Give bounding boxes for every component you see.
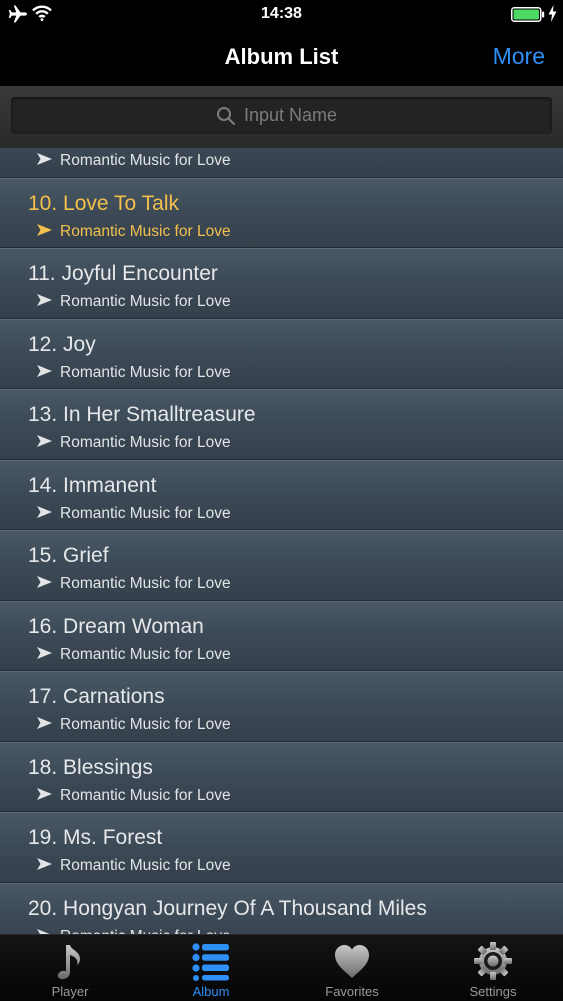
list-item[interactable]: 15. Grief Romantic Music for Love [0, 530, 563, 601]
song-title: 13. In Her Smalltreasure [28, 403, 256, 426]
song-list-items: 09. LucknfragranceRomantic Music for Lov… [0, 148, 563, 934]
nav-bar: Album List More [0, 30, 563, 86]
tab-player[interactable]: Player [0, 935, 140, 1001]
list-item[interactable]: 20. Hongyan Journey Of A Thousand MilesR… [0, 882, 563, 934]
song-album-label: Romantic Music for Love [60, 363, 231, 381]
song-album: Romantic Music for Love [37, 223, 231, 241]
battery-icon [511, 7, 545, 22]
list-item[interactable]: 13. In Her Smalltreasure Romantic Music f… [0, 389, 563, 460]
list-item[interactable]: 10. Love To Talk Romantic Music for Love [0, 177, 563, 248]
arrow-icon [37, 364, 52, 377]
tab-bar: Player Album Favorites Settings [0, 934, 563, 1001]
status-bar: 14:38 [0, 0, 563, 30]
song-album: Romantic Music for Love [37, 364, 231, 382]
song-title: 16. Dream Woman [28, 614, 204, 638]
song-title: 17. Carnations [28, 685, 165, 708]
song-album-label: Romantic Music for Love [60, 716, 231, 733]
song-album-label: Romantic Music for Love [60, 152, 231, 169]
list-item[interactable]: 14. Immanent Romantic Music for Love [0, 459, 563, 530]
arrow-icon [37, 294, 52, 306]
search-input[interactable]: Input Name [11, 97, 552, 134]
list-item[interactable]: 12. Joy Romantic Music for Love [0, 318, 563, 389]
search-icon [217, 107, 236, 126]
search-placeholder: Input Name [244, 105, 338, 125]
arrow-icon [37, 858, 52, 870]
song-album: Romantic Music for Love [37, 434, 231, 452]
song-title: 11. Joyful Encounter [28, 262, 218, 285]
song-album: Romantic Music for Love [37, 505, 231, 523]
charging-icon [548, 5, 557, 22]
song-album-label: Romantic Music for Love [60, 222, 231, 240]
arrow-icon [37, 223, 52, 236]
song-album: Romantic Music for Love [37, 716, 231, 734]
song-title: 14. Immanent [28, 473, 157, 497]
song-album-label: Romantic Music for Love [60, 645, 231, 663]
song-album: Romantic Music for Love [37, 857, 231, 875]
song-album: Romantic Music for Love [37, 575, 231, 593]
song-album: Romantic Music for Love [37, 152, 231, 170]
tab-settings[interactable]: Settings [423, 935, 563, 1001]
song-album-label: Romantic Music for Love [60, 293, 231, 310]
arrow-icon [37, 787, 52, 800]
list-item[interactable]: 19. Ms. Forest Romantic Music for Love [0, 812, 563, 883]
song-album-label: Romantic Music for Love [60, 575, 231, 592]
song-album: Romantic Music for Love [37, 293, 231, 311]
song-album-label: Romantic Music for Love [60, 504, 231, 522]
song-title: 12. Joy [28, 332, 96, 356]
arrow-icon [37, 717, 52, 729]
tab-favorites-label: Favorites [325, 984, 379, 999]
tab-album[interactable]: Album [141, 935, 281, 1001]
list-item[interactable]: 16. Dream Woman Romantic Music for Love [0, 600, 563, 671]
song-title: 19. Ms. Forest [28, 826, 163, 849]
arrow-icon [37, 435, 52, 447]
arrow-icon [37, 576, 52, 588]
list-item[interactable]: 09. LucknfragranceRomantic Music for Lov… [0, 148, 563, 178]
song-title: 20. Hongyan Journey Of A Thousand Miles [28, 896, 427, 920]
list-item[interactable]: 17. Carnations Romantic Music for Love [0, 671, 563, 742]
song-album-label: Romantic Music for Love [60, 434, 231, 451]
tab-player-label: Player [51, 984, 89, 999]
gear-icon [474, 942, 512, 980]
search-bar: Input Name [0, 86, 563, 148]
tab-settings-label: Settings [469, 984, 517, 999]
song-title: 10. Love To Talk [28, 191, 179, 215]
status-time: 14:38 [261, 5, 302, 22]
arrow-icon [37, 505, 52, 518]
song-title: 18. Blessings [28, 755, 153, 779]
song-album: Romantic Music for Love [37, 787, 231, 805]
song-album: Romantic Music for Love [37, 646, 231, 664]
arrow-icon [37, 646, 52, 659]
music-note-icon [57, 945, 80, 980]
page-title: Album List [224, 44, 339, 69]
tab-album-label: Album [192, 984, 230, 999]
list-item[interactable]: 18. Blessings Romantic Music for Love [0, 741, 563, 812]
list-icon [192, 943, 229, 981]
song-album-label: Romantic Music for Love [60, 857, 231, 874]
song-album-label: Romantic Music for Love [60, 786, 231, 804]
song-list[interactable]: 09. LucknfragranceRomantic Music for Lov… [0, 148, 563, 934]
list-item[interactable]: 11. Joyful Encounter Romantic Music for L… [0, 248, 563, 319]
song-title: 15. Grief [28, 544, 109, 567]
arrow-icon [37, 153, 52, 165]
tab-favorites[interactable]: Favorites [282, 935, 422, 1001]
more-button[interactable]: More [493, 43, 545, 70]
heart-icon [335, 945, 369, 978]
